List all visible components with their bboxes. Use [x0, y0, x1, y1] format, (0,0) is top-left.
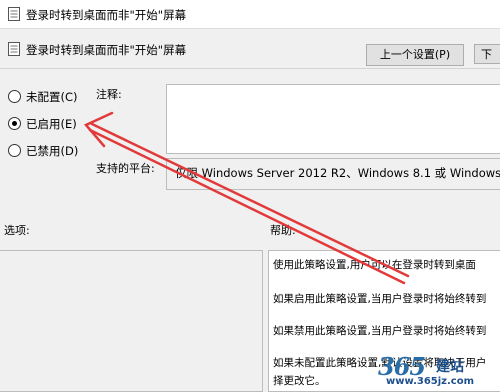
window-title: 登录时转到桌面而非"开始"屏幕 [26, 8, 187, 22]
help-line: 如果启用此策略设置,当用户登录时将始终转到 [273, 293, 487, 305]
previous-setting-button[interactable]: 上一个设置(P) [366, 44, 464, 66]
platform-label: 支持的平台: [96, 162, 155, 175]
radio-not-configured[interactable]: 未配置(C) [8, 89, 168, 105]
help-line: 使用此策略设置,用户可以在登录时转到桌面 [273, 259, 476, 271]
watermark-brand: 建站 [436, 359, 464, 375]
radio-selected-dot [12, 121, 17, 126]
window-titlebar: 登录时转到桌面而非"开始"屏幕 [0, 0, 500, 29]
radio-disabled[interactable]: 已禁用(D) [8, 143, 168, 159]
comment-textarea[interactable] [166, 84, 500, 154]
radio-circle [8, 144, 21, 157]
policy-setting-icon [8, 42, 20, 56]
policy-document-icon [8, 7, 20, 21]
radio-circle [8, 117, 21, 130]
watermark-url: www.365jz.com [386, 376, 475, 387]
platform-text: 仅限 Windows Server 2012 R2、Windows 8.1 或 … [175, 166, 500, 180]
radio-circle [8, 90, 21, 103]
radio-label: 已启用(E) [26, 117, 77, 131]
help-line: 择更改它。 [273, 375, 326, 387]
radio-label: 已禁用(D) [26, 144, 79, 158]
help-label: 帮助: [270, 224, 296, 237]
watermark-logo: 365 建站 www.365jz.com [378, 352, 498, 390]
policy-title: 登录时转到桌面而非"开始"屏幕 [26, 43, 187, 57]
radio-label: 未配置(C) [26, 90, 78, 104]
header-divider [0, 68, 500, 69]
help-line: 如果禁用此策略设置,当用户登录时将始终转到 [273, 325, 487, 337]
comment-label: 注释: [96, 88, 122, 101]
platform-readonly-field: 仅限 Windows Server 2012 R2、Windows 8.1 或 … [166, 158, 500, 190]
next-setting-button[interactable]: 下 [474, 44, 500, 64]
options-label: 选项: [4, 224, 30, 237]
options-panel [0, 250, 263, 392]
radio-enabled[interactable]: 已启用(E) [8, 116, 168, 132]
